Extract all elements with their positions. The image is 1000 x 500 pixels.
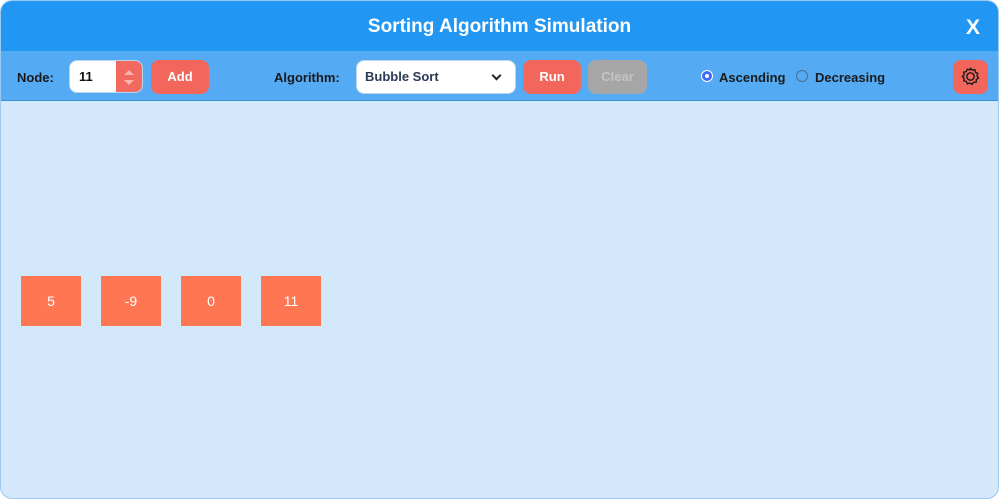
- gear-icon: [961, 67, 980, 86]
- array-node: 11: [261, 276, 321, 326]
- chevron-down-icon: [491, 70, 502, 81]
- decreasing-radio-label[interactable]: Decreasing: [815, 51, 885, 104]
- title-bar: Sorting Algorithm Simulation X: [1, 1, 998, 51]
- array-node: -9: [101, 276, 161, 326]
- node-label: Node:: [17, 70, 54, 85]
- array-node: 5: [21, 276, 81, 326]
- close-button[interactable]: X: [966, 1, 980, 51]
- settings-button[interactable]: [953, 60, 988, 94]
- ascending-radio[interactable]: [701, 70, 713, 82]
- ascending-radio-label[interactable]: Ascending: [719, 51, 785, 104]
- run-button[interactable]: Run: [523, 60, 581, 94]
- decreasing-radio[interactable]: [796, 70, 808, 82]
- node-value-stepper[interactable]: 11: [69, 60, 143, 93]
- algorithm-selected-value: Bubble Sort: [365, 69, 439, 84]
- array-node: 0: [181, 276, 241, 326]
- sort-canvas: 5 -9 0 11: [1, 101, 998, 498]
- stepper-down-icon[interactable]: [124, 80, 134, 85]
- add-button[interactable]: Add: [151, 60, 209, 94]
- app-window: Sorting Algorithm Simulation X Node: 11 …: [0, 0, 999, 499]
- window-title: Sorting Algorithm Simulation: [367, 16, 632, 37]
- clear-button[interactable]: Clear: [588, 60, 647, 94]
- algorithm-label: Algorithm:: [274, 70, 340, 85]
- stepper-up-icon[interactable]: [124, 70, 134, 75]
- algorithm-select[interactable]: Bubble Sort: [356, 60, 516, 94]
- node-value-input[interactable]: 11: [79, 61, 93, 92]
- stepper-arrows[interactable]: [116, 61, 142, 92]
